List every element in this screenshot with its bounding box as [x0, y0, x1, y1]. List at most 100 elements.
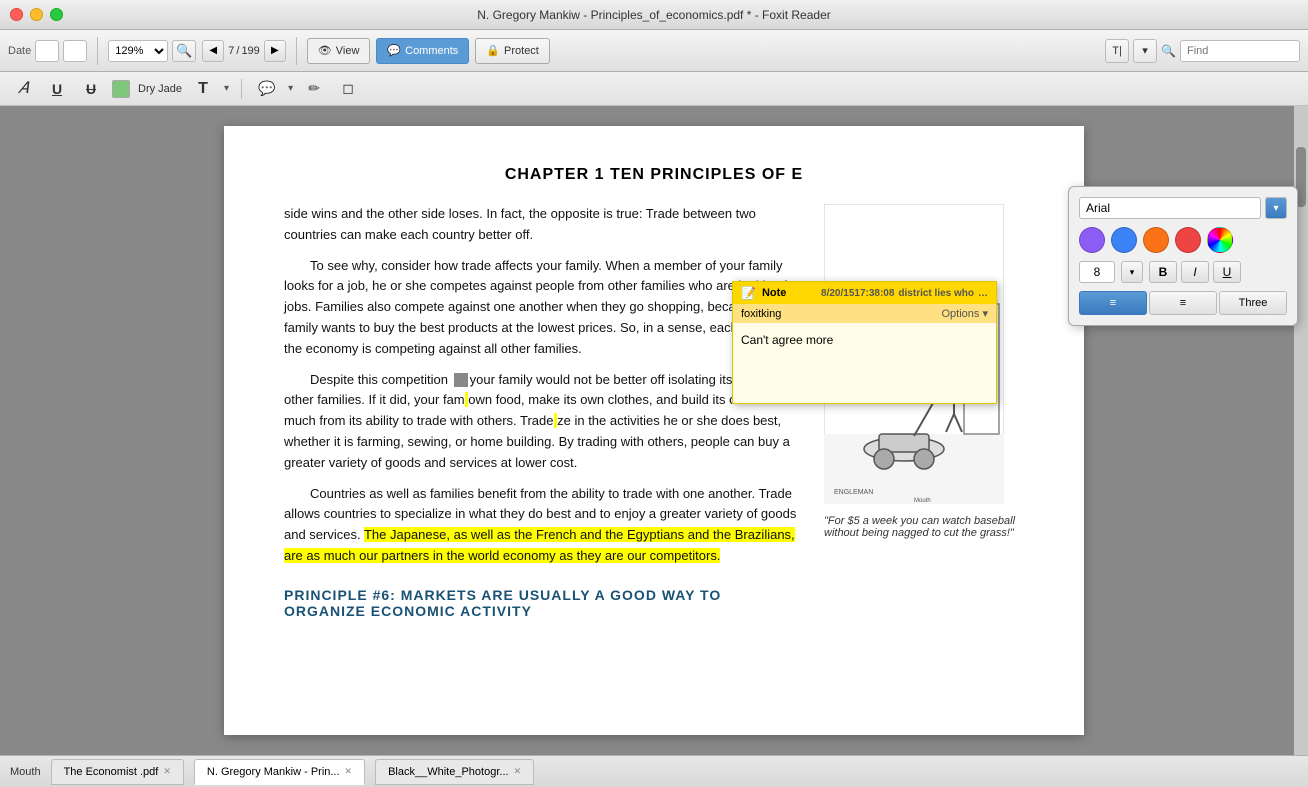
color-swatches — [1079, 227, 1287, 253]
comment-button[interactable]: 💬 — [254, 76, 280, 102]
note-timestamp: 8/20/1517:38:08 — [821, 288, 894, 299]
ann-separator — [241, 79, 242, 99]
note-label: Note — [762, 287, 786, 299]
comments-icon: 💬 — [387, 44, 401, 57]
note-author: foxitking — [741, 308, 781, 320]
note-text: Can't agree more — [741, 333, 833, 347]
cartoon-caption: "For $5 a week you can watch baseball wi… — [824, 515, 1024, 539]
note-header: 📝 Note 8/20/1517:38:08 district lies who… — [733, 282, 996, 304]
close-button[interactable] — [10, 8, 23, 21]
color-orange[interactable] — [1143, 227, 1169, 253]
separator-1 — [97, 37, 98, 65]
eraser-button[interactable]: ◻ — [335, 76, 361, 102]
note-options-button[interactable]: Options ▾ — [942, 307, 989, 320]
body-text-4: Countries as well as families benefit fr… — [284, 484, 804, 567]
body-text-1: side wins and the other side loses. In f… — [284, 206, 756, 242]
pen-tool-button[interactable]: 𝐴 — [10, 76, 36, 102]
body-paragraph-1: side wins and the other side loses. In f… — [284, 204, 804, 246]
svg-text:ENGLEMAN: ENGLEMAN — [834, 489, 873, 496]
date-input[interactable] — [35, 40, 59, 62]
svg-text:Mouth: Mouth — [914, 498, 931, 504]
color-red[interactable] — [1175, 227, 1201, 253]
font-dropdown-button[interactable]: ▾ — [1265, 197, 1287, 219]
window-title: N. Gregory Mankiw - Principles_of_econom… — [477, 8, 830, 22]
nav-group: ◀ 7/199 ▶ — [202, 40, 286, 62]
body-text-3: Despite this competition ≡your family wo… — [284, 370, 804, 474]
tab-photo-label: Black__White_Photogr... — [388, 766, 508, 778]
body-paragraph-3: Despite this competition ≡your family wo… — [284, 370, 804, 474]
bold-button[interactable]: B — [1149, 261, 1177, 283]
eye-icon: 👁 — [318, 44, 332, 57]
main-toolbar: Date 129% 🔍 ◀ 7/199 ▶ 👁 View 💬 Comments … — [0, 30, 1308, 72]
note-content[interactable]: Can't agree more — [733, 323, 996, 403]
align-row: ≡ ≡ Three — [1079, 291, 1287, 315]
protect-button[interactable]: 🔒 Protect — [475, 38, 550, 64]
prev-page-button[interactable]: ◀ — [202, 40, 224, 62]
tab-photo[interactable]: Black__White_Photogr... ✕ — [375, 759, 534, 785]
font-name-input[interactable] — [1079, 197, 1261, 219]
color-name-label: Dry Jade — [138, 83, 182, 95]
color-purple[interactable] — [1079, 227, 1105, 253]
find-dropdown-button[interactable]: ▾ — [1133, 39, 1157, 63]
text-dropdown-arrow: ▾ — [224, 83, 229, 94]
note-extra: district lies who — [898, 288, 974, 299]
underline-font-button[interactable]: U — [1213, 261, 1241, 283]
align-three-button[interactable]: Three — [1219, 291, 1287, 315]
color-rainbow[interactable] — [1207, 227, 1233, 253]
minimize-button[interactable] — [30, 8, 43, 21]
zoom-group: 129% 🔍 — [108, 40, 196, 62]
annotation-toolbar: 𝐴 U U Dry Jade T ▾ 💬 ▾ ✏ ◻ — [0, 72, 1308, 106]
tab-photo-close[interactable]: ✕ — [514, 766, 522, 777]
date-input2[interactable] — [63, 40, 87, 62]
font-size-input[interactable] — [1079, 261, 1115, 283]
lock-icon: 🔒 — [486, 44, 500, 57]
comments-button[interactable]: 💬 Comments — [376, 38, 469, 64]
font-size-row: ▾ B I U — [1079, 261, 1287, 283]
find-icon-button[interactable]: T| — [1105, 39, 1129, 63]
comments-label: Comments — [405, 45, 458, 57]
note-ellipsis: … — [978, 288, 988, 299]
italic-button[interactable]: I — [1181, 261, 1209, 283]
font-panel: ▾ ▾ B I U ≡ ≡ Three — [1068, 186, 1298, 326]
main-content-area: CHAPTER 1 TEN PRINCIPLES OF E side wins … — [0, 106, 1308, 755]
tab-economist-label: The Economist .pdf — [64, 766, 159, 778]
note-subheader: foxitking Options ▾ — [733, 304, 996, 323]
find-group: T| ▾ 🔍 — [1105, 39, 1300, 63]
color-swatch[interactable] — [112, 80, 130, 98]
align-center-button[interactable]: ≡ — [1149, 291, 1217, 315]
protect-label: Protect — [504, 45, 539, 57]
font-name-row: ▾ — [1079, 197, 1287, 219]
zoom-select[interactable]: 129% — [108, 40, 168, 62]
body-paragraph-2: To see why, consider how trade affects y… — [284, 256, 804, 360]
underline-button[interactable]: U — [44, 76, 70, 102]
note-meta: 8/20/1517:38:08 district lies who … — [821, 288, 988, 299]
page-info: 7/199 — [228, 45, 260, 57]
statusbar: Mouth The Economist .pdf ✕ N. Gregory Ma… — [0, 755, 1308, 787]
font-size-dropdown-button[interactable]: ▾ — [1121, 261, 1143, 283]
next-page-button[interactable]: ▶ — [264, 40, 286, 62]
highlighted-sentence: The Japanese, as well as the French and … — [284, 527, 795, 563]
text-tool-button[interactable]: T — [190, 76, 216, 102]
body-paragraph-4: Countries as well as families benefit fr… — [284, 484, 804, 567]
view-label: View — [336, 45, 360, 57]
find-input[interactable] — [1180, 40, 1300, 62]
comment-dropdown-arrow: ▾ — [288, 83, 293, 94]
tab-economist[interactable]: The Economist .pdf ✕ — [51, 759, 184, 785]
chapter-heading: CHAPTER 1 TEN PRINCIPLES OF E — [284, 166, 1024, 184]
maximize-button[interactable] — [50, 8, 63, 21]
separator-2 — [296, 37, 297, 65]
tab-mankiw[interactable]: N. Gregory Mankiw - Prin... ✕ — [194, 759, 365, 785]
tab-economist-close[interactable]: ✕ — [163, 766, 171, 777]
date-group: Date — [8, 40, 87, 62]
pdf-page: CHAPTER 1 TEN PRINCIPLES OF E side wins … — [224, 126, 1084, 735]
magnifier-icon: 🔍 — [1161, 44, 1176, 58]
strikethrough-button[interactable]: U — [78, 76, 104, 102]
font-style-buttons: B I U — [1149, 261, 1287, 283]
pencil-draw-button[interactable]: ✏ — [301, 76, 327, 102]
view-button[interactable]: 👁 View — [307, 38, 371, 64]
zoom-in-button[interactable]: 🔍 — [172, 40, 196, 62]
titlebar: N. Gregory Mankiw - Principles_of_econom… — [0, 0, 1308, 30]
tab-mankiw-close[interactable]: ✕ — [345, 766, 353, 777]
color-blue[interactable] — [1111, 227, 1137, 253]
align-left-button[interactable]: ≡ — [1079, 291, 1147, 315]
